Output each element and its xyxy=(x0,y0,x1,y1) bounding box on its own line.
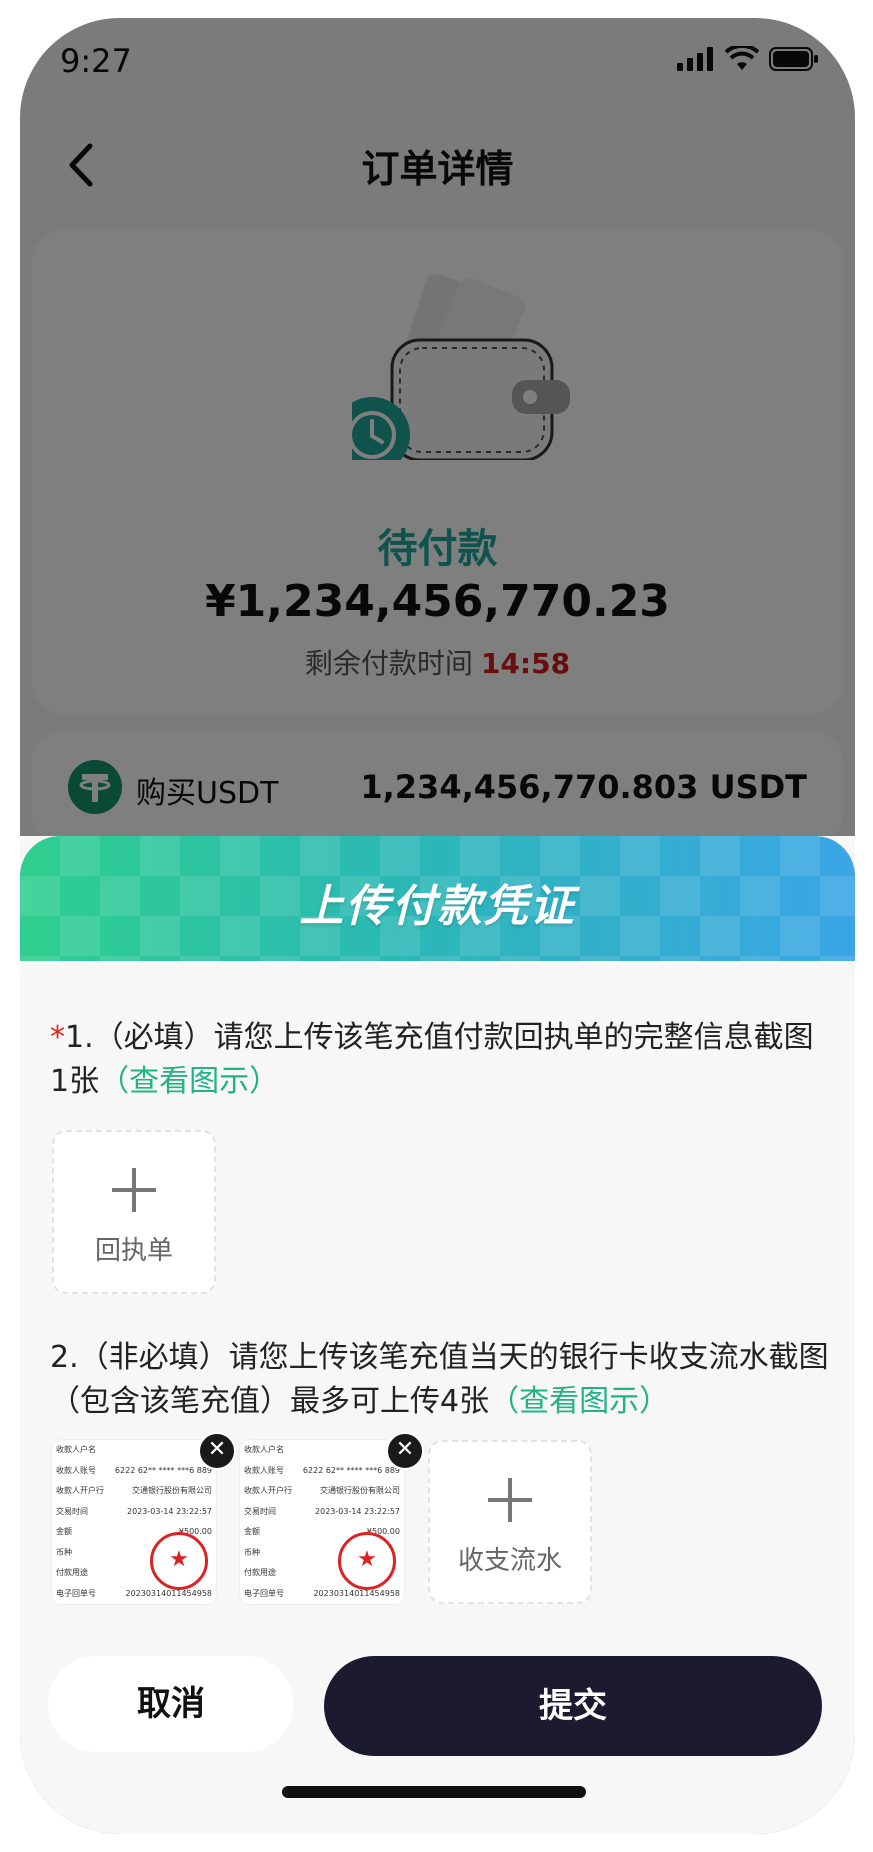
thumbnail-row-key: 收款人开户行 xyxy=(56,1486,104,1495)
question-2: 2.（非必填）请您上传该笔充值当天的银行卡收支流水截图（包含该笔充值）最多可上传… xyxy=(50,1336,840,1424)
thumbnail-row-value: 2023-03-14 23:22:57 xyxy=(315,1506,400,1516)
upload-statement-button[interactable]: 收支流水 xyxy=(428,1440,592,1604)
uploaded-thumbnail-1[interactable]: 收款人户名林收款人账号 6222 62** **** ***6 889 收款人开户行… xyxy=(52,1440,216,1604)
thumbnail-row: 收款人账号 6222 62** **** ***6 889 xyxy=(52,1461,216,1482)
thumbnail-row-key: 收款人开户行 xyxy=(244,1486,292,1495)
thumbnail-row-key: 交易时间 xyxy=(244,1506,276,1516)
remove-thumbnail-1-button[interactable]: ✕ xyxy=(198,1432,236,1470)
home-indicator xyxy=(282,1786,586,1798)
upload-statement-label: 收支流水 xyxy=(457,1546,562,1576)
thumbnail-row: 交易时间 2023-03-14 23:22:57 xyxy=(52,1502,216,1523)
thumbnail-row-key: 电子回单号 xyxy=(56,1588,96,1598)
uploaded-thumbnail-2[interactable]: 收款人户名林收款人账号 6222 62** **** ***6 889 收款人开户行… xyxy=(240,1440,404,1604)
thumbnail-row-key: 币种 xyxy=(56,1547,72,1557)
thumbnail-row-value: 交通银行股份有限公司 xyxy=(132,1486,212,1495)
cancel-button[interactable]: 取消 xyxy=(48,1656,294,1752)
required-mark: * xyxy=(50,1020,65,1055)
thumbnail-row-value: 6222 62** **** ***6 889 xyxy=(302,1465,400,1475)
thumbnail-row: 收款人开户行 交通银行股份有限公司 xyxy=(240,1481,404,1502)
thumbnail-row-key: 交易时间 xyxy=(56,1506,88,1516)
upload-receipt-button[interactable]: 回执单 xyxy=(52,1130,216,1294)
thumbnail-row-key: 币种 xyxy=(244,1547,260,1557)
thumbnail-row-key: 金额 xyxy=(56,1527,72,1536)
thumbnail-row: 收款人账号 6222 62** **** ***6 889 xyxy=(240,1461,404,1482)
submit-button[interactable]: 提交 xyxy=(324,1656,822,1756)
seal-stamp xyxy=(150,1532,208,1590)
view-example-link-1[interactable]: （查看图示） xyxy=(99,1064,279,1099)
view-example-link-2[interactable]: （查看图示） xyxy=(489,1384,669,1419)
thumbnail-row-key: 收款人账号 xyxy=(56,1465,96,1475)
upload-receipt-label: 回执单 xyxy=(94,1236,173,1266)
thumbnail-row-key: 收款人户名 xyxy=(56,1445,96,1454)
thumbnail-row-value: 6222 62** **** ***6 889 xyxy=(114,1465,212,1475)
thumbnail-row-key: 收款人户名 xyxy=(244,1445,284,1454)
upload-sheet: 上传付款凭证 *1.（必填）请您上传该笔充值付款回执单的完整信息截图1张（查看图… xyxy=(20,836,855,1834)
thumbnail-row-key: 金额 xyxy=(244,1527,260,1536)
question-1: *1.（必填）请您上传该笔充值付款回执单的完整信息截图1张（查看图示） xyxy=(50,1016,830,1104)
question-2-text: 2.（非必填）请您上传该笔充值当天的银行卡收支流水截图（包含该笔充值）最多可上传… xyxy=(50,1340,829,1419)
thumbnail-row-key: 付款用途 xyxy=(244,1568,276,1577)
phone-screen: 9:27 订单详情 xyxy=(20,18,855,1834)
thumbnail-row-value: 交通银行股份有限公司 xyxy=(320,1486,400,1495)
thumbnail-row: 收款人开户行 交通银行股份有限公司 xyxy=(52,1481,216,1502)
thumbnail-row-key: 收款人账号 xyxy=(244,1465,284,1475)
remove-thumbnail-2-button[interactable]: ✕ xyxy=(386,1432,424,1470)
thumbnail-row: 收款人户名林 xyxy=(52,1440,216,1461)
sheet-title: 上传付款凭证 xyxy=(299,881,576,932)
thumbnail-row: 交易时间 2023-03-14 23:22:57 xyxy=(240,1502,404,1523)
plus-icon xyxy=(112,1168,156,1212)
thumbnail-row-key: 电子回单号 xyxy=(244,1588,284,1598)
thumbnail-row-value: 2023-03-14 23:22:57 xyxy=(127,1506,212,1516)
plus-icon xyxy=(488,1478,532,1522)
thumbnail-row: 收款人户名林 xyxy=(240,1440,404,1461)
close-icon: ✕ xyxy=(207,1437,227,1462)
sheet-header: 上传付款凭证 xyxy=(20,836,855,961)
close-icon: ✕ xyxy=(395,1437,415,1462)
seal-stamp xyxy=(338,1532,396,1590)
thumbnail-row-key: 付款用途 xyxy=(56,1568,88,1577)
